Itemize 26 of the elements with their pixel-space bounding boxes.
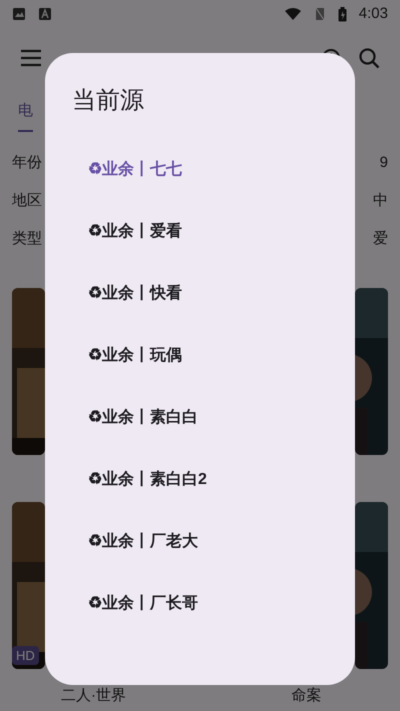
source-option[interactable]: ♻业余丨素白白 — [45, 387, 355, 449]
filter-label: 年份 — [12, 152, 42, 173]
source-option[interactable]: ♻业余丨厂长哥 — [45, 573, 355, 635]
no-sim-icon — [314, 7, 326, 21]
source-option[interactable]: ♻业余丨厂老大 — [45, 511, 355, 573]
wifi-icon — [284, 7, 302, 21]
source-option[interactable]: ♻业余丨素白白2 — [45, 449, 355, 511]
filter-label: 地区 — [12, 190, 42, 211]
filter-label: 类型 — [12, 228, 42, 249]
search-icon — [358, 47, 380, 69]
clock: 4:03 — [358, 4, 388, 24]
menu-icon — [20, 49, 42, 67]
battery-icon — [338, 6, 347, 22]
quality-badge: HD — [12, 646, 39, 665]
movie-title[interactable]: 二人·世界 — [61, 685, 126, 708]
source-option[interactable]: ♻业余丨玩偶 — [45, 325, 355, 387]
filter-option[interactable]: 中 — [373, 190, 388, 212]
filter-option[interactable]: 爱 — [373, 228, 388, 250]
dialog-title: 当前源 — [72, 86, 144, 116]
source-option[interactable]: ♻业余丨快看 — [45, 263, 355, 325]
source-option[interactable]: ♻业余丨爱看 — [45, 201, 355, 263]
app-notification-icon — [38, 7, 52, 21]
source-option[interactable]: ♻业余丨七七 — [45, 139, 355, 201]
filter-option[interactable]: 9 — [380, 152, 388, 174]
movie-title[interactable]: 命案 — [292, 685, 322, 708]
image-icon — [12, 7, 26, 21]
